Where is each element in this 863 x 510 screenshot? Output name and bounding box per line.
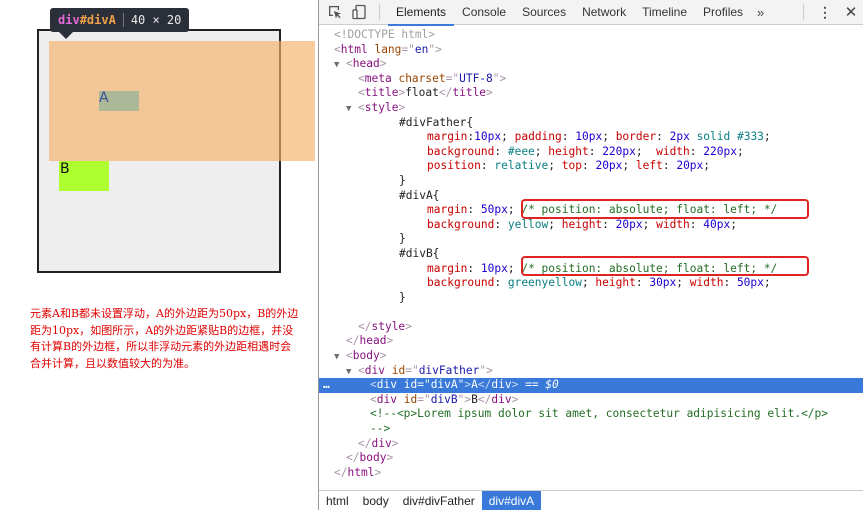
css-line: margin:10px; padding: 10px; border: 2px … <box>427 130 771 144</box>
breadcrumb: html body div#divFather div#divA <box>319 490 863 510</box>
breadcrumb-html[interactable]: html <box>319 491 356 510</box>
dom-tree: <!DOCTYPE html> <html lang="en"> ▼ <head>… <box>319 28 863 488</box>
tree-row-doctype[interactable]: <!DOCTYPE html> <box>319 28 863 43</box>
breadcrumb-body[interactable]: body <box>356 491 396 510</box>
css-line: margin: 10px; /* position: absolute; flo… <box>427 261 778 275</box>
tree-row-title[interactable]: <title>float</title> <box>319 86 863 101</box>
tooltip-id: #divA <box>79 13 116 27</box>
tooltip-separator <box>122 13 124 27</box>
div-a-label: A <box>99 90 109 106</box>
close-icon[interactable]: ✕ <box>838 3 863 21</box>
devtools-panel: Elements Console Sources Network Timelin… <box>318 0 863 510</box>
tree-row-divb[interactable]: <div id="divB">B</div> <box>319 393 863 408</box>
tree-row-head[interactable]: ▼ <head> <box>319 57 863 72</box>
expand-triangle-icon[interactable]: ▼ <box>334 58 346 73</box>
tree-row-html[interactable]: <html lang="en"> <box>319 43 863 58</box>
css-comment: /* position: absolute; float: left; */ <box>521 261 778 275</box>
inspect-element-icon[interactable] <box>323 0 347 24</box>
page-preview: B A div #divA 40 × 20 元素A和B都未设置浮动，A的外边距为5… <box>0 0 318 510</box>
toolbar-divider <box>803 4 804 20</box>
css-line: background: #eee; height: 220px; width: … <box>427 144 744 158</box>
css-line: margin: 50px; /* position: absolute; flo… <box>427 203 778 217</box>
tab-timeline[interactable]: Timeline <box>634 0 695 25</box>
breadcrumb-diva[interactable]: div#divA <box>481 491 542 510</box>
tree-row-html-close[interactable]: </html> <box>319 466 863 481</box>
tab-sources[interactable]: Sources <box>514 0 574 25</box>
div-b-label: B <box>60 161 70 177</box>
css-selector-divb: #divB{ <box>399 246 440 260</box>
more-tabs-icon[interactable]: » <box>751 5 770 20</box>
tree-row-style-close[interactable]: </style> <box>319 320 863 335</box>
tree-row-style[interactable]: ▼ <style> <box>319 101 863 116</box>
tree-row-meta[interactable]: <meta charset="UTF-8"> <box>319 72 863 87</box>
css-line: background: yellow; height: 20px; width:… <box>427 217 737 231</box>
css-selector-diva: #divA{ <box>399 188 440 202</box>
tree-row-body[interactable]: ▼ <body> <box>319 349 863 364</box>
tree-row-divfather[interactable]: ▼ <div id="divFather"> <box>319 364 863 379</box>
css-close-brace: } <box>399 232 406 246</box>
tree-row-comment-end[interactable]: --> <box>319 422 863 437</box>
tab-network[interactable]: Network <box>574 0 634 25</box>
more-menu-icon[interactable]: ⋮ <box>812 4 838 21</box>
device-toolbar-icon[interactable] <box>347 0 371 24</box>
tab-console[interactable]: Console <box>454 0 514 25</box>
tree-row-diva-selected[interactable]: … <div id="divA">A</div> == $0 <box>319 378 863 393</box>
explanation-note: 元素A和B都未设置浮动，A的外边距为50px，B的外边距为10px，如图所示，A… <box>30 307 299 370</box>
tree-row-comment[interactable]: <!--<p>Lorem ipsum dolor sit amet, conse… <box>319 407 863 422</box>
css-line: background: greenyellow; height: 30px; w… <box>427 276 771 290</box>
blank-row <box>319 305 863 320</box>
tab-elements[interactable]: Elements <box>388 0 455 26</box>
devtools-toolbar: Elements Console Sources Network Timelin… <box>319 0 863 26</box>
css-comment: /* position: absolute; float: left; */ <box>521 203 778 217</box>
css-close-brace: } <box>399 290 406 304</box>
css-selector-divfather: #divFather{ <box>399 115 474 129</box>
css-line: position: relative; top: 20px; left: 20p… <box>427 159 711 173</box>
row-menu-dots-icon[interactable]: … <box>323 378 330 393</box>
expand-triangle-icon[interactable]: ▼ <box>346 365 358 380</box>
css-close-brace: } <box>399 173 406 187</box>
element-tooltip: div #divA 40 × 20 <box>50 8 190 39</box>
tab-profiles[interactable]: Profiles <box>695 0 751 25</box>
breadcrumb-divfather[interactable]: div#divFather <box>396 491 482 510</box>
margin-highlight-overlay <box>49 41 315 161</box>
expand-triangle-icon[interactable]: ▼ <box>334 350 346 365</box>
tooltip-tag: div <box>58 13 80 27</box>
tooltip-size: 40 × 20 <box>130 13 182 27</box>
console-ref: == $0 <box>525 378 559 392</box>
tree-row-body-close[interactable]: </body> <box>319 451 863 466</box>
expand-triangle-icon[interactable]: ▼ <box>346 102 358 117</box>
toolbar-divider <box>379 4 380 20</box>
tree-row-div-close[interactable]: </div> <box>319 437 863 452</box>
tree-row-head-close[interactable]: </head> <box>319 334 863 349</box>
